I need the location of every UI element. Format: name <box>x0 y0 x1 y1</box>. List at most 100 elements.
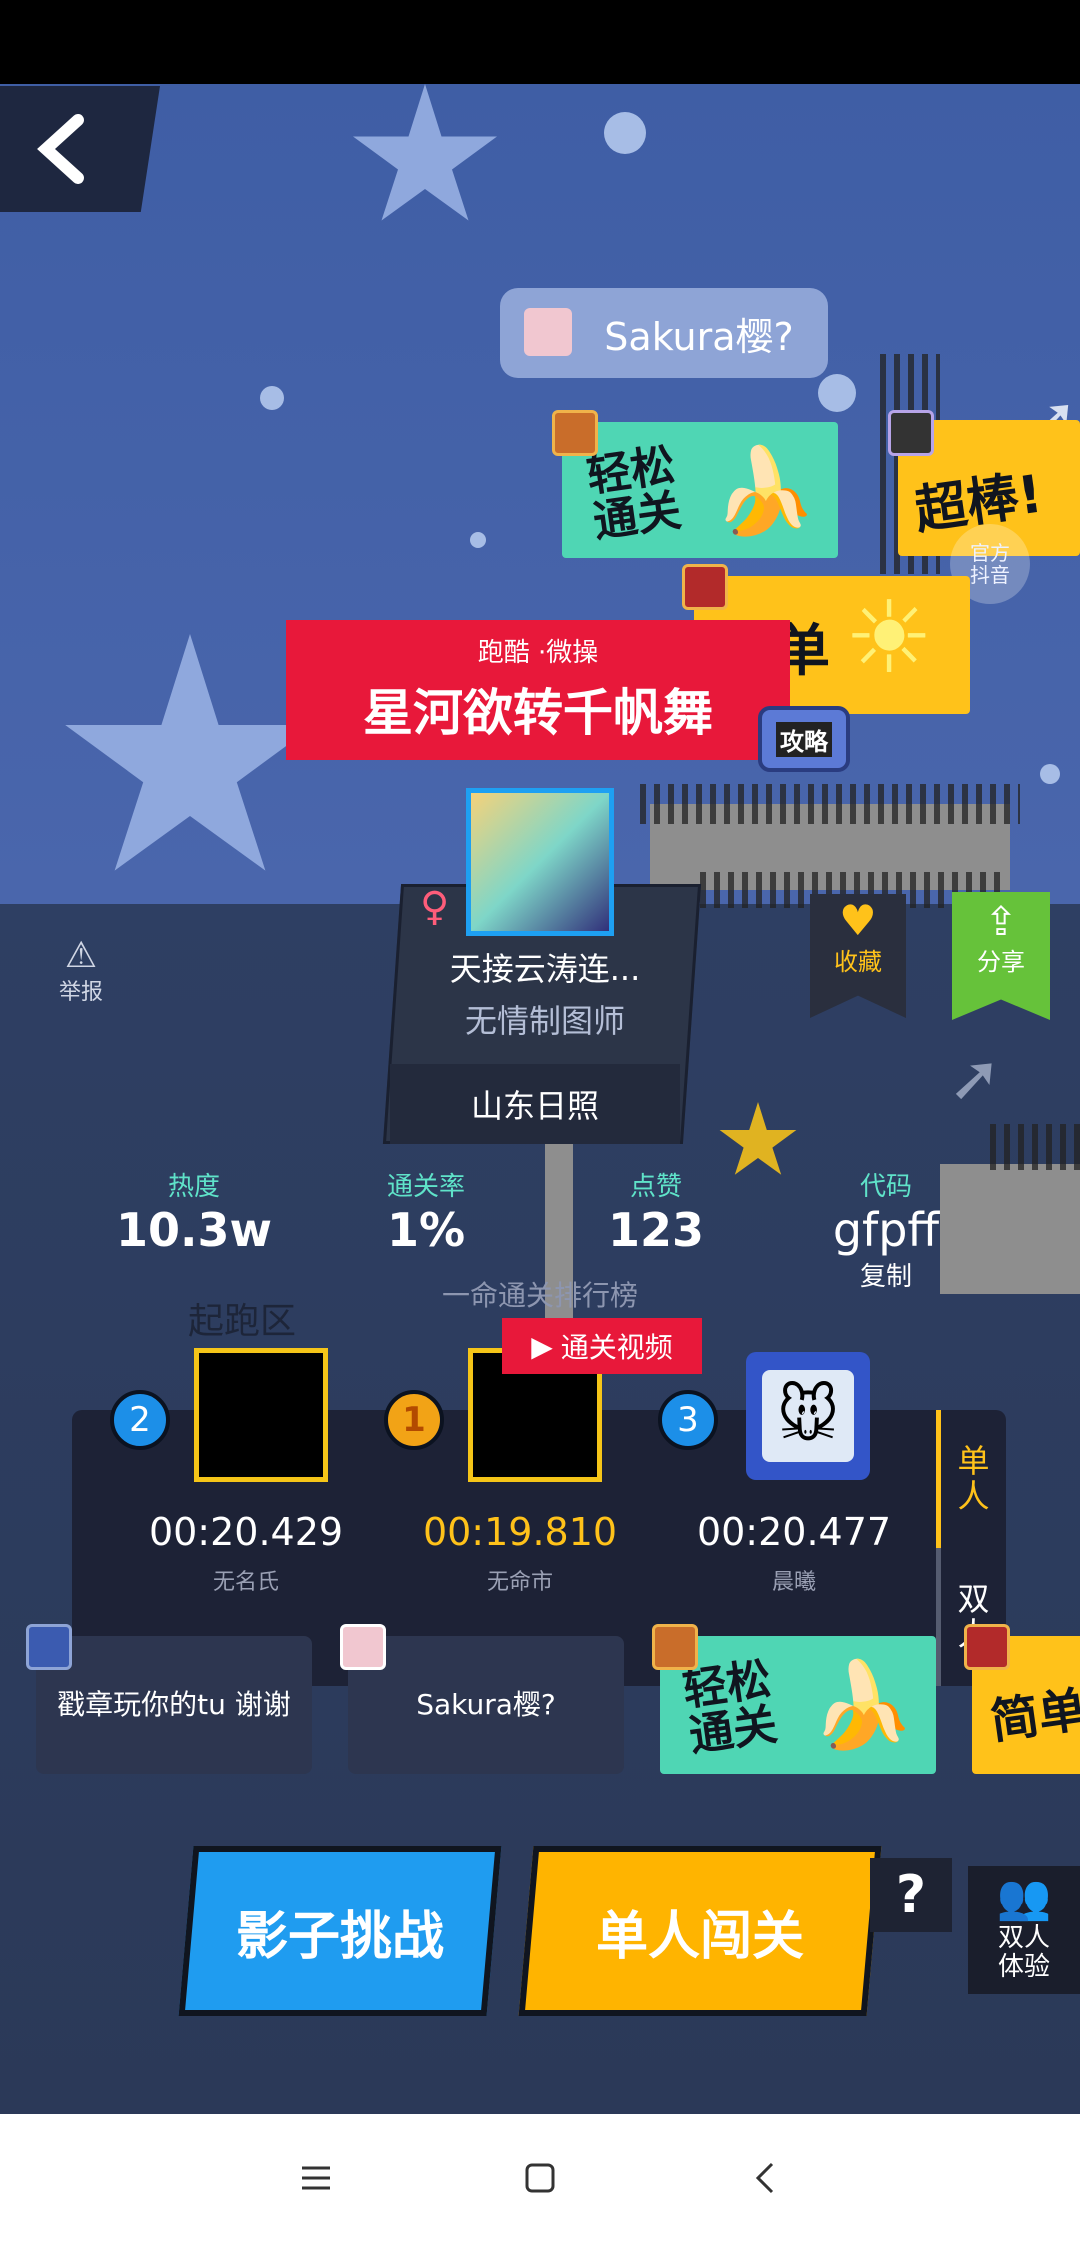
rank-badge: 3 <box>658 1390 718 1450</box>
official-douyin-label: 官方抖音 <box>970 541 1010 587</box>
location-tag: 山东日照 <box>390 1064 680 1144</box>
mouse-avatar-icon: 🐭 <box>762 1370 854 1462</box>
shadow-challenge-label: 影子挑战 <box>235 1906 444 1967</box>
stat-value: gfpff <box>832 1203 940 1257</box>
leaderboard-title: 一命通关排行榜 <box>441 1279 638 1312</box>
two-people-icon: 👥 <box>996 1872 1052 1923</box>
help-button[interactable]: ? <box>870 1858 952 1932</box>
background-star <box>353 84 497 221</box>
guide-button[interactable]: 攻略 <box>758 706 850 772</box>
stat-label: 热度 <box>167 1172 220 1202</box>
easy-pass-sticker: 轻松通关 🍌 <box>660 1636 936 1774</box>
commenter-avatar <box>26 1624 72 1670</box>
stat-likes: 点赞 123 <box>556 1166 756 1257</box>
background-dot <box>818 374 856 412</box>
status-bar <box>0 0 1080 84</box>
comment-card: Sakura樱? <box>348 1636 624 1774</box>
background-dot <box>1040 764 1060 784</box>
favorite-button[interactable]: ♥ 收藏 <box>810 894 906 1018</box>
help-label: ? <box>895 1865 927 1925</box>
back-button[interactable] <box>0 86 160 212</box>
level-title: 星河欲转千帆舞 <box>363 684 713 742</box>
comment-bubble: Sakura樱? <box>500 288 828 378</box>
system-nav-bar <box>0 2114 1080 2244</box>
guide-label: 攻略 <box>776 721 832 757</box>
rank-time: 00:20.429 <box>148 1510 344 1554</box>
report-button[interactable]: ⚠ 举报 <box>50 938 112 1006</box>
share-icon: ⇪ <box>984 899 1018 945</box>
background-dot <box>604 112 646 154</box>
comment-text: Sakura樱? <box>604 314 794 359</box>
menu-icon[interactable] <box>296 2158 336 2198</box>
duo-trial-button[interactable]: 👥 双人体验 <box>968 1866 1080 1994</box>
rank-time: 00:20.477 <box>696 1510 892 1554</box>
creator-avatar[interactable] <box>466 788 614 936</box>
player-avatar[interactable]: 🐭 <box>746 1352 870 1480</box>
heart-icon: ♥ <box>839 896 877 945</box>
easy-pass-sticker: 轻松通关 🍌 <box>562 422 838 558</box>
solo-play-label: 单人闯关 <box>595 1906 804 1967</box>
clear-video-label: 通关视频 <box>560 1331 673 1364</box>
rank-badge: 1 <box>384 1390 444 1450</box>
report-label: 举报 <box>58 980 103 1005</box>
direction-arrow-icon: ➚ <box>948 1042 1002 1116</box>
sticker-text: 简单 <box>987 1681 1080 1751</box>
commenter-avatar <box>964 1624 1010 1670</box>
stat-label: 点赞 <box>629 1172 682 1202</box>
leaderboard-tab-solo[interactable]: 单人 <box>936 1410 1006 1548</box>
home-icon[interactable] <box>520 2158 560 2198</box>
stat-value: 1% <box>386 1203 466 1257</box>
back-arrow-icon <box>37 114 84 184</box>
level-title-banner: 跑酷 ·微操 星河欲转千帆舞 <box>286 620 790 760</box>
commenter-avatar <box>682 564 728 610</box>
back-nav-icon[interactable] <box>746 2158 786 2198</box>
player-avatar[interactable] <box>194 1348 328 1482</box>
favorite-label: 收藏 <box>834 948 882 976</box>
rank-badge: 2 <box>110 1390 170 1450</box>
copy-code-button[interactable]: 复制 <box>856 1256 916 1293</box>
spike-row <box>990 1124 1080 1170</box>
sticker-text: 轻松通关 <box>679 1653 781 1763</box>
comment-text: Sakura樱? <box>416 1688 556 1722</box>
comment-card: 戳章玩你的tu 谢谢 <box>36 1636 312 1774</box>
comment-text: 戳章玩你的tu 谢谢 <box>57 1688 291 1722</box>
video-camera-icon: ▶ <box>531 1329 553 1363</box>
duo-trial-label: 双人体验 <box>997 1923 1050 1982</box>
female-icon: ♀ <box>420 884 450 930</box>
level-name: 天接云涛连... <box>449 950 641 988</box>
stat-label: 通关率 <box>386 1172 465 1202</box>
level-category: 跑酷 ·微操 <box>477 638 599 668</box>
background-dot <box>260 386 284 410</box>
share-label: 分享 <box>977 948 1025 976</box>
stat-label: 代码 <box>859 1172 912 1202</box>
shadow-challenge-button[interactable]: 影子挑战 <box>178 1846 502 2016</box>
clear-video-button[interactable]: ▶ 通关视频 <box>502 1318 702 1374</box>
start-zone-label: 起跑区 <box>188 1301 297 1342</box>
commenter-avatar <box>524 308 572 356</box>
commenter-avatar <box>888 410 934 456</box>
stat-pass-rate: 通关率 1% <box>326 1166 526 1257</box>
sticker-text: 轻松通关 <box>583 439 685 549</box>
warning-icon: ⚠ <box>64 935 98 976</box>
rank-time: 00:19.810 <box>422 1510 618 1554</box>
stat-heat: 热度 10.3w <box>94 1166 294 1257</box>
rank-player-name: 无命市 <box>486 1570 553 1595</box>
commenter-avatar <box>552 410 598 456</box>
location-text: 山东日照 <box>470 1087 599 1125</box>
tab-solo-label: 单人 <box>957 1441 990 1515</box>
solo-play-button[interactable]: 单人闯关 <box>518 1846 882 2016</box>
rank-player-name: 无名氏 <box>212 1570 279 1595</box>
stat-value: 10.3w <box>116 1203 272 1257</box>
share-button[interactable]: ⇪ 分享 <box>952 892 1050 1020</box>
commenter-avatar <box>340 1624 386 1670</box>
banana-icon: 🍌 <box>810 1656 915 1754</box>
sun-icon: ☀ <box>844 579 934 696</box>
rank-player-name: 晨曦 <box>771 1570 816 1595</box>
author-name[interactable]: 无情制图师 <box>400 996 690 1042</box>
stat-value: 123 <box>607 1203 705 1257</box>
stat-code: 代码 gfpff <box>786 1166 986 1257</box>
background-dot <box>470 532 486 548</box>
background-star <box>65 634 315 871</box>
spike-row <box>640 784 1020 824</box>
banana-icon: 🍌 <box>712 442 817 540</box>
